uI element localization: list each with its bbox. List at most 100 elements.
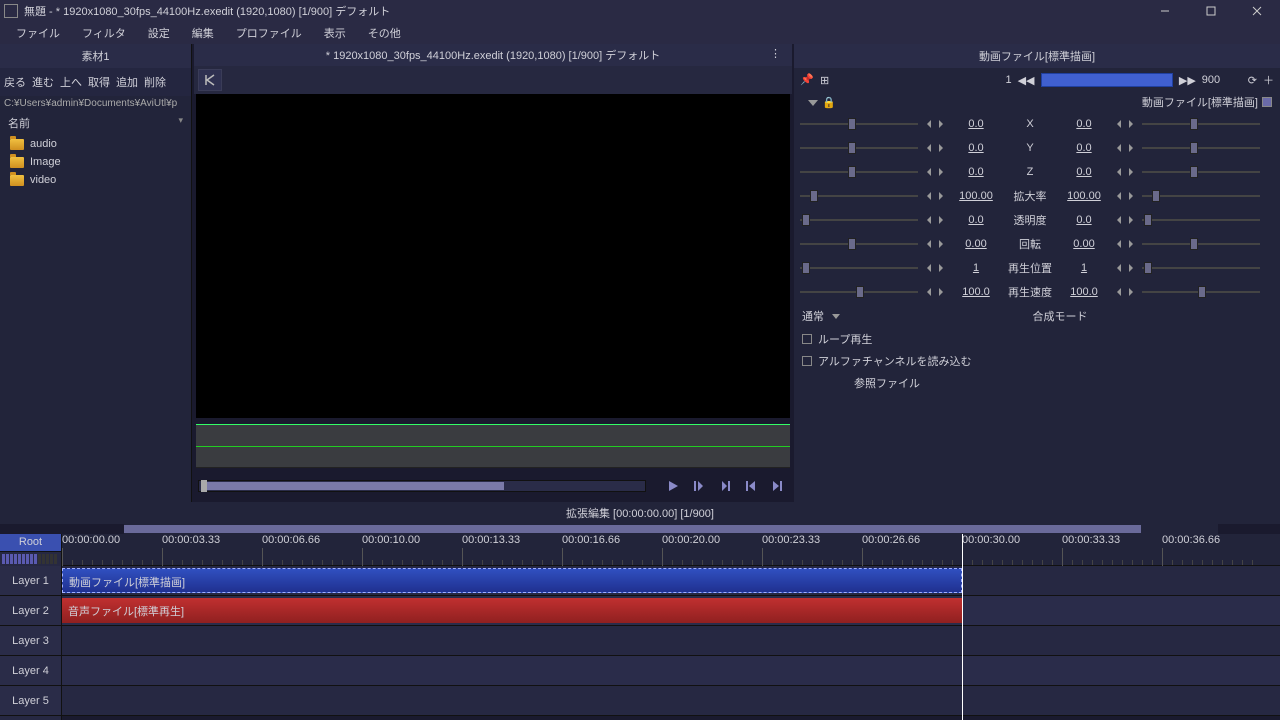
param-value-left[interactable]: 100.00 <box>952 190 1000 202</box>
param-value-left[interactable]: 1 <box>952 262 1000 274</box>
step-forward-button[interactable] <box>714 475 736 497</box>
param-slider-left[interactable] <box>800 261 918 275</box>
asset-list-header[interactable]: 名前 ▾ <box>0 111 191 135</box>
chevron-right-icon[interactable] <box>1126 215 1136 225</box>
play-button[interactable] <box>662 475 684 497</box>
layer-1-label[interactable]: Layer 1 <box>0 566 61 596</box>
param-slider-left[interactable] <box>800 213 918 227</box>
alpha-checkbox[interactable] <box>802 356 812 366</box>
props-enable-checkbox[interactable] <box>1262 97 1272 107</box>
frame-end[interactable]: 900 <box>1202 74 1242 86</box>
chevron-right-icon[interactable] <box>936 191 946 201</box>
chevron-left-icon[interactable] <box>1114 239 1124 249</box>
param-value-left[interactable]: 100.0 <box>952 286 1000 298</box>
skip-start-button[interactable] <box>740 475 762 497</box>
rewind-start-button[interactable] <box>198 69 222 91</box>
param-value-left[interactable]: 0.0 <box>952 118 1000 130</box>
param-value-right[interactable]: 0.0 <box>1060 166 1108 178</box>
param-slider-left[interactable] <box>800 237 918 251</box>
param-value-left[interactable]: 0.0 <box>952 214 1000 226</box>
chevron-left-icon[interactable] <box>1114 167 1124 177</box>
param-value-right[interactable]: 0.0 <box>1060 118 1108 130</box>
frame-start[interactable]: 1 <box>972 74 1012 86</box>
chevron-left-icon[interactable] <box>1114 143 1124 153</box>
param-value-left[interactable]: 0.0 <box>952 142 1000 154</box>
folder-video[interactable]: video <box>0 171 191 189</box>
param-slider-left[interactable] <box>800 141 918 155</box>
chevron-left-icon[interactable] <box>924 263 934 273</box>
add-icon[interactable]: ＋ <box>1263 72 1274 88</box>
frame-next-icon[interactable]: ▶▶ <box>1179 74 1196 87</box>
chevron-left-icon[interactable] <box>924 239 934 249</box>
chevron-left-icon[interactable] <box>1114 191 1124 201</box>
lock-icon[interactable]: 🔒 <box>822 97 836 109</box>
param-value-left[interactable]: 0.00 <box>952 238 1000 250</box>
blend-mode-dropdown[interactable]: 通常 <box>802 308 824 324</box>
menu-settings[interactable]: 設定 <box>138 23 180 43</box>
step-back-button[interactable] <box>688 475 710 497</box>
param-value-right[interactable]: 1 <box>1060 262 1108 274</box>
grid-icon[interactable]: ⊞ <box>820 74 829 87</box>
chevron-left-icon[interactable] <box>1114 263 1124 273</box>
param-slider-left[interactable] <box>800 165 918 179</box>
frame-prev-icon[interactable]: ◀◀ <box>1018 74 1035 87</box>
chevron-right-icon[interactable] <box>1126 119 1136 129</box>
chevron-right-icon[interactable] <box>936 167 946 177</box>
chevron-left-icon[interactable] <box>1114 287 1124 297</box>
param-slider-right[interactable] <box>1142 237 1260 251</box>
timeline-scrollbar[interactable] <box>124 524 1218 534</box>
preview-menu-icon[interactable]: ⋮ <box>770 47 782 60</box>
timeline-ruler[interactable]: 00:00:00.0000:00:03.3300:00:06.6600:00:1… <box>62 534 1280 566</box>
nav-up[interactable]: 上へ <box>58 72 84 92</box>
timeline-tracks[interactable]: 00:00:00.0000:00:03.3300:00:06.6600:00:1… <box>62 534 1280 720</box>
seek-slider[interactable] <box>198 480 646 492</box>
chevron-right-icon[interactable] <box>1126 191 1136 201</box>
chevron-right-icon[interactable] <box>936 143 946 153</box>
param-slider-right[interactable] <box>1142 165 1260 179</box>
chevron-right-icon[interactable] <box>936 263 946 273</box>
clip-audio[interactable]: 音声ファイル[標準再生] <box>62 598 962 623</box>
audio-waveform[interactable] <box>196 424 790 468</box>
folder-image[interactable]: Image <box>0 153 191 171</box>
chevron-left-icon[interactable] <box>924 167 934 177</box>
nav-delete[interactable]: 削除 <box>142 72 168 92</box>
menu-profile[interactable]: プロファイル <box>226 23 312 43</box>
chevron-left-icon[interactable] <box>924 191 934 201</box>
timeline-playhead[interactable] <box>962 534 963 720</box>
chevron-right-icon[interactable] <box>1126 239 1136 249</box>
chevron-left-icon[interactable] <box>924 215 934 225</box>
cycle-icon[interactable]: ⟳ <box>1248 74 1257 87</box>
param-value-right[interactable]: 100.00 <box>1060 190 1108 202</box>
param-value-right[interactable]: 0.0 <box>1060 142 1108 154</box>
nav-get[interactable]: 取得 <box>86 72 112 92</box>
collapse-icon[interactable] <box>808 100 818 106</box>
param-slider-right[interactable] <box>1142 261 1260 275</box>
param-slider-right[interactable] <box>1142 285 1260 299</box>
chevron-right-icon[interactable] <box>936 239 946 249</box>
maximize-button[interactable] <box>1188 0 1234 22</box>
layer-3-label[interactable]: Layer 3 <box>0 626 61 656</box>
chevron-right-icon[interactable] <box>1126 143 1136 153</box>
chevron-left-icon[interactable] <box>1114 119 1124 129</box>
param-slider-left[interactable] <box>800 285 918 299</box>
param-slider-right[interactable] <box>1142 189 1260 203</box>
chevron-left-icon[interactable] <box>924 287 934 297</box>
chevron-right-icon[interactable] <box>936 119 946 129</box>
param-slider-left[interactable] <box>800 117 918 131</box>
chevron-left-icon[interactable] <box>924 143 934 153</box>
pin-icon[interactable]: 📌 <box>800 73 814 87</box>
chevron-right-icon[interactable] <box>1126 263 1136 273</box>
nav-add[interactable]: 追加 <box>114 72 140 92</box>
param-value-right[interactable]: 0.00 <box>1060 238 1108 250</box>
layer-4-label[interactable]: Layer 4 <box>0 656 61 686</box>
skip-end-button[interactable] <box>766 475 788 497</box>
preview-canvas[interactable] <box>196 94 790 418</box>
chevron-right-icon[interactable] <box>936 215 946 225</box>
reffile-label[interactable]: 参照ファイル <box>854 375 920 391</box>
param-slider-right[interactable] <box>1142 117 1260 131</box>
folder-audio[interactable]: audio <box>0 135 191 153</box>
menu-file[interactable]: ファイル <box>6 23 70 43</box>
param-value-left[interactable]: 0.0 <box>952 166 1000 178</box>
clip-video[interactable]: 動画ファイル[標準描画] <box>62 568 962 593</box>
close-button[interactable] <box>1234 0 1280 22</box>
